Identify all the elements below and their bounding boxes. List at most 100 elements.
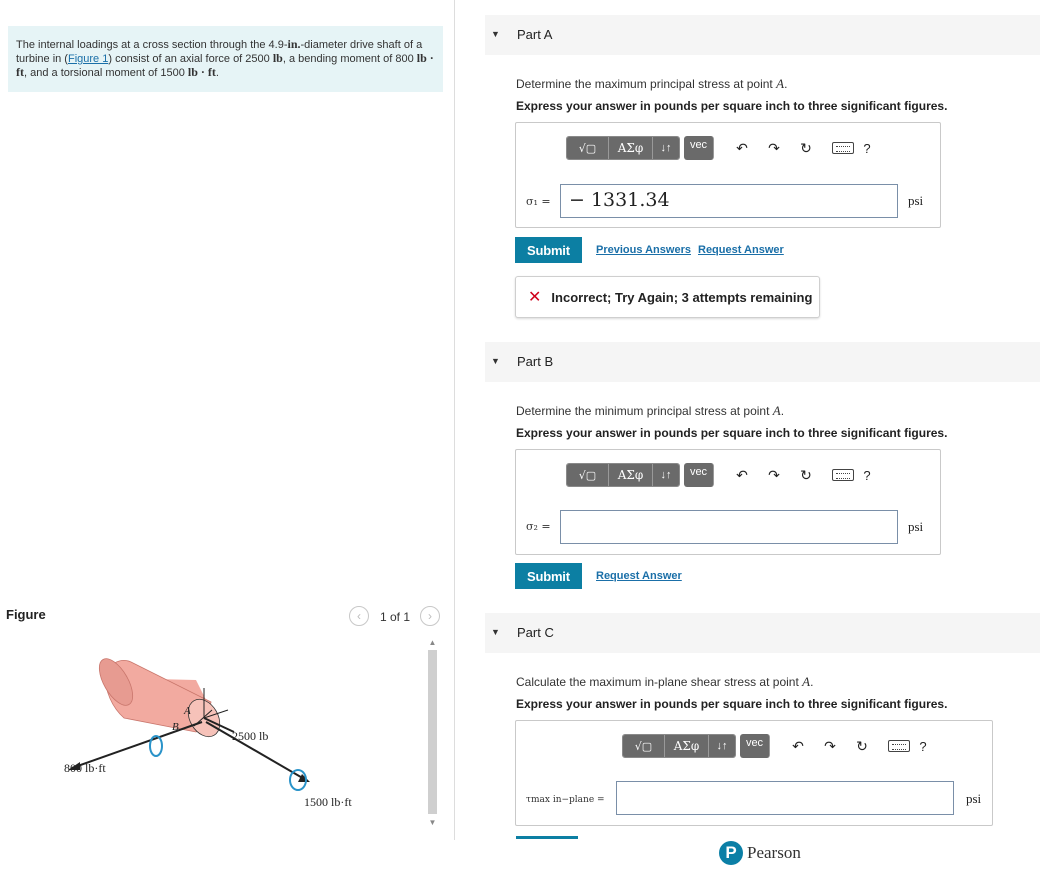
template-group: √▢ ΑΣφ ↓↑: [566, 136, 680, 160]
reset-icon[interactable]: ↻: [790, 140, 822, 157]
bending-moment-label: 800 lb·ft: [64, 761, 106, 775]
scroll-up-arrow[interactable]: ▲: [428, 638, 437, 648]
tau-label: τmax in−plane =: [526, 795, 605, 805]
unit-in: in.: [287, 37, 301, 51]
undo-icon[interactable]: ↶: [726, 467, 758, 484]
template-group: √▢ ΑΣφ ↓↑: [622, 734, 736, 758]
figure-image: A B 2500 lb 800 lb·ft 1500 lb·ft: [6, 632, 426, 832]
collapse-triangle-icon: ▼: [491, 356, 500, 366]
sqrt-template-button[interactable]: √▢: [567, 137, 609, 159]
unit-lbft: lb · ft: [187, 65, 216, 79]
unit-psi: psi: [908, 193, 924, 208]
scroll-down-arrow[interactable]: ▼: [428, 818, 437, 828]
greek-symbols-button[interactable]: ΑΣφ: [665, 735, 709, 757]
point-label: A: [772, 403, 781, 418]
next-figure-button[interactable]: ›: [420, 606, 440, 626]
unit-lb: lb: [272, 51, 283, 65]
sigma2-label: σ₂ =: [526, 520, 551, 533]
redo-icon[interactable]: ↷: [758, 467, 790, 484]
tau-input[interactable]: [616, 781, 954, 815]
help-icon[interactable]: ?: [858, 468, 876, 483]
previous-answers-link[interactable]: Previous Answers: [596, 244, 691, 256]
question-text: .: [810, 675, 814, 689]
help-icon[interactable]: ?: [914, 739, 932, 754]
point-label: A: [802, 674, 811, 689]
chevron-left-icon: ‹: [349, 606, 369, 626]
part-a-header[interactable]: ▼ Part A: [485, 15, 1040, 55]
sigma1-input[interactable]: − 1331.34: [560, 184, 898, 218]
unit-psi: psi: [908, 519, 924, 534]
shaft-diagram: A B 2500 lb 800 lb·ft 1500 lb·ft: [64, 658, 352, 809]
question-text: Determine the maximum principal stress a…: [516, 77, 777, 91]
redo-icon[interactable]: ↷: [758, 140, 790, 157]
reset-icon[interactable]: ↻: [846, 738, 878, 755]
math-toolbar: √▢ ΑΣφ ↓↑ vec ↶ ↷ ↻ ?: [566, 135, 876, 161]
redo-icon[interactable]: ↷: [814, 738, 846, 755]
request-answer-link[interactable]: Request Answer: [698, 244, 784, 256]
axial-force-label: 2500 lb: [232, 729, 268, 743]
help-icon[interactable]: ?: [858, 141, 876, 156]
feedback-message: ✕ Incorrect; Try Again; 3 attempts remai…: [515, 276, 820, 318]
collapse-triangle-icon: ▼: [491, 29, 500, 39]
collapse-triangle-icon: ▼: [491, 627, 500, 637]
request-answer-link[interactable]: Request Answer: [596, 570, 682, 582]
feedback-text: Incorrect; Try Again; 3 attempts remaini…: [551, 289, 813, 305]
figure-pager: 1 of 1: [380, 610, 411, 624]
template-group: √▢ ΑΣφ ↓↑: [566, 463, 680, 487]
part-b-title: Part B: [517, 354, 554, 369]
question-text: Determine the minimum principal stress a…: [516, 404, 773, 418]
arrows-button[interactable]: ↓↑: [653, 464, 679, 486]
pearson-p-icon: P: [719, 841, 743, 865]
vector-button[interactable]: vec: [740, 734, 770, 758]
pearson-brand: Pearson: [747, 843, 801, 862]
submit-button-partial[interactable]: [516, 836, 578, 839]
keyboard-icon[interactable]: [888, 740, 910, 752]
chevron-right-icon: ›: [420, 606, 440, 626]
part-c-header[interactable]: ▼ Part C: [485, 613, 1040, 653]
point-a-label: A: [183, 705, 191, 717]
math-toolbar: √▢ ΑΣφ ↓↑ vec ↶ ↷ ↻ ?: [566, 462, 876, 488]
panel-divider: [454, 0, 455, 840]
undo-icon[interactable]: ↶: [782, 738, 814, 755]
sqrt-template-button[interactable]: √▢: [567, 464, 609, 486]
math-toolbar: √▢ ΑΣφ ↓↑ vec ↶ ↷ ↻ ?: [622, 733, 932, 759]
part-c-question: Calculate the maximum in-plane shear str…: [516, 674, 813, 690]
problem-text: The internal loadings at a cross section…: [16, 39, 288, 51]
question-text: Calculate the maximum in-plane shear str…: [516, 675, 803, 689]
sigma1-label: σ₁ =: [526, 195, 551, 208]
greek-symbols-button[interactable]: ΑΣφ: [609, 137, 653, 159]
part-a-question: Determine the maximum principal stress a…: [516, 76, 787, 92]
undo-icon[interactable]: ↶: [726, 140, 758, 157]
part-c-answer-box: √▢ ΑΣφ ↓↑ vec ↶ ↷ ↻ ? τmax in−plane = ps…: [515, 720, 993, 826]
part-c-instruction: Express your answer in pounds per square…: [516, 697, 948, 711]
part-b-submit-button[interactable]: Submit: [515, 563, 582, 589]
vector-button[interactable]: vec: [684, 463, 714, 487]
part-a-answer-box: √▢ ΑΣφ ↓↑ vec ↶ ↷ ↻ ? σ₁ = − 1331.34 psi: [515, 122, 941, 228]
part-b-header[interactable]: ▼ Part B: [485, 342, 1040, 382]
figure-link[interactable]: Figure 1: [68, 53, 108, 65]
keyboard-icon[interactable]: [832, 142, 854, 154]
keyboard-icon[interactable]: [832, 469, 854, 481]
sigma2-input[interactable]: [560, 510, 898, 544]
part-a-title: Part A: [517, 27, 553, 42]
part-b-answer-box: √▢ ΑΣφ ↓↑ vec ↶ ↷ ↻ ? σ₂ = psi: [515, 449, 941, 555]
reset-icon[interactable]: ↻: [790, 467, 822, 484]
unit-psi: psi: [966, 791, 982, 806]
scrollbar-thumb[interactable]: [428, 650, 437, 814]
torsional-moment-label: 1500 lb·ft: [304, 795, 352, 809]
problem-text: , and a torsional moment of 1500: [24, 67, 188, 79]
part-a-submit-button[interactable]: Submit: [515, 237, 582, 263]
point-label: A: [776, 76, 785, 91]
prev-figure-button[interactable]: ‹: [349, 606, 369, 626]
arrows-button[interactable]: ↓↑: [653, 137, 679, 159]
problem-statement: The internal loadings at a cross section…: [8, 26, 443, 92]
part-c-title: Part C: [517, 625, 554, 640]
figure-heading: Figure: [6, 607, 46, 622]
part-b-question: Determine the minimum principal stress a…: [516, 403, 784, 419]
greek-symbols-button[interactable]: ΑΣφ: [609, 464, 653, 486]
vector-button[interactable]: vec: [684, 136, 714, 160]
part-b-instruction: Express your answer in pounds per square…: [516, 426, 948, 440]
error-x-icon: ✕: [528, 289, 542, 306]
arrows-button[interactable]: ↓↑: [709, 735, 735, 757]
sqrt-template-button[interactable]: √▢: [623, 735, 665, 757]
